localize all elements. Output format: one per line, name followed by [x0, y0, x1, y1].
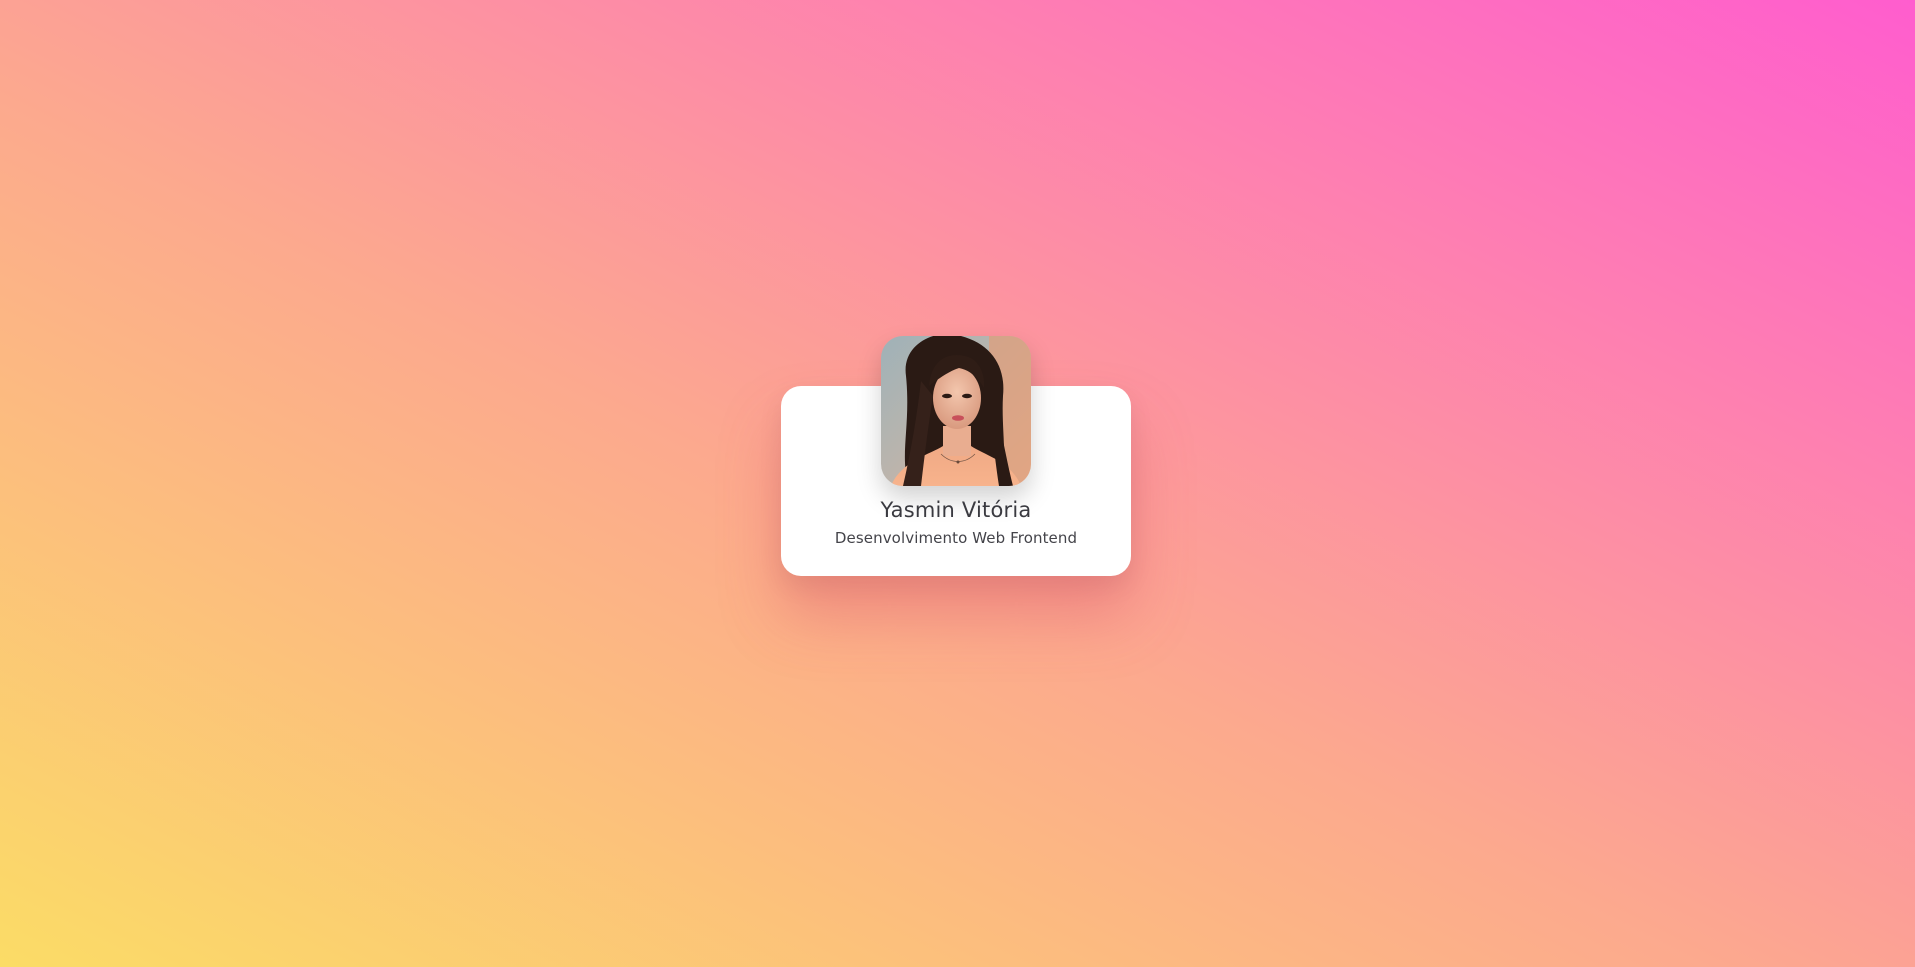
profile-name: Yasmin Vitória [880, 498, 1032, 522]
profile-avatar[interactable] [881, 336, 1031, 486]
profile-photo-icon [881, 336, 1031, 486]
profile-role: Desenvolvimento Web Frontend [834, 529, 1078, 547]
